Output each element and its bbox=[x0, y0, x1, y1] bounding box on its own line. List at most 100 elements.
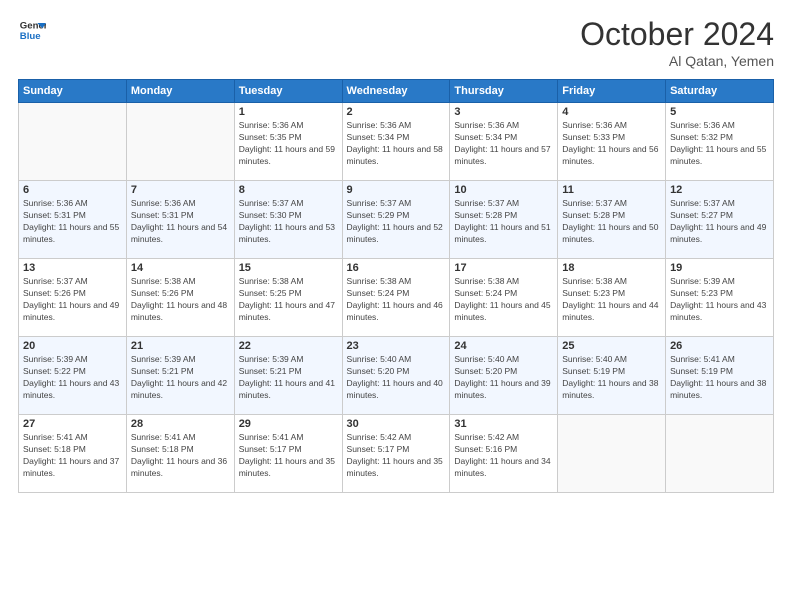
calendar-cell: 9Sunrise: 5:37 AM Sunset: 5:29 PM Daylig… bbox=[342, 181, 450, 259]
calendar-cell bbox=[558, 415, 666, 493]
day-info: Sunrise: 5:40 AM Sunset: 5:20 PM Dayligh… bbox=[454, 354, 553, 402]
day-number: 8 bbox=[239, 184, 338, 196]
day-info: Sunrise: 5:42 AM Sunset: 5:17 PM Dayligh… bbox=[347, 432, 446, 480]
day-number: 10 bbox=[454, 184, 553, 196]
day-number: 2 bbox=[347, 106, 446, 118]
calendar-cell: 2 Sunrise: 5:36 AM Sunset: 5:34 PM Daylig… bbox=[342, 103, 450, 181]
calendar-cell: 17 Sunrise: 5:38 AM Sunset: 5:24 PM Dayli… bbox=[450, 259, 558, 337]
weekday-header-thursday: Thursday bbox=[450, 80, 558, 103]
day-number: 22 bbox=[239, 340, 338, 352]
calendar-cell: 3 Sunrise: 5:36 AM Sunset: 5:34 PM Daylig… bbox=[450, 103, 558, 181]
day-number: 5 bbox=[670, 106, 769, 118]
day-info: Sunrise: 5:41 AM Sunset: 5:17 PM Dayligh… bbox=[239, 432, 338, 480]
svg-text:Blue: Blue bbox=[20, 31, 41, 42]
day-number: 28 bbox=[131, 418, 230, 430]
day-number: 29 bbox=[239, 418, 338, 430]
day-number: 14 bbox=[131, 262, 230, 274]
day-number: 13 bbox=[23, 262, 122, 274]
day-info: Sunrise: 5:36 AM Sunset: 5:35 PM Dayligh… bbox=[239, 120, 338, 168]
day-info: Sunrise: 5:38 AM Sunset: 5:23 PM Dayligh… bbox=[562, 276, 661, 324]
day-number: 20 bbox=[23, 340, 122, 352]
calendar-week-row: 13 Sunrise: 5:37 AM Sunset: 5:26 PM Dayli… bbox=[19, 259, 774, 337]
calendar-cell: 29 Sunrise: 5:41 AM Sunset: 5:17 PM Dayli… bbox=[234, 415, 342, 493]
calendar-cell: 12Sunrise: 5:37 AM Sunset: 5:27 PM Dayli… bbox=[666, 181, 774, 259]
day-info: Sunrise: 5:37 AM Sunset: 5:28 PM Dayligh… bbox=[454, 198, 553, 246]
calendar-cell: 1 Sunrise: 5:36 AM Sunset: 5:35 PM Daylig… bbox=[234, 103, 342, 181]
day-info: Sunrise: 5:39 AM Sunset: 5:23 PM Dayligh… bbox=[670, 276, 769, 324]
day-info: Sunrise: 5:36 AM Sunset: 5:34 PM Dayligh… bbox=[347, 120, 446, 168]
calendar-cell: 31 Sunrise: 5:42 AM Sunset: 5:16 PM Dayli… bbox=[450, 415, 558, 493]
day-number: 3 bbox=[454, 106, 553, 118]
calendar-cell: 6 Sunrise: 5:36 AM Sunset: 5:31 PM Daylig… bbox=[19, 181, 127, 259]
day-info: Sunrise: 5:38 AM Sunset: 5:24 PM Dayligh… bbox=[347, 276, 446, 324]
day-info: Sunrise: 5:37 AM Sunset: 5:27 PM Dayligh… bbox=[670, 198, 769, 246]
day-info: Sunrise: 5:36 AM Sunset: 5:34 PM Dayligh… bbox=[454, 120, 553, 168]
day-number: 16 bbox=[347, 262, 446, 274]
day-info: Sunrise: 5:37 AM Sunset: 5:28 PM Dayligh… bbox=[562, 198, 661, 246]
day-number: 27 bbox=[23, 418, 122, 430]
calendar-cell: 4 Sunrise: 5:36 AM Sunset: 5:33 PM Daylig… bbox=[558, 103, 666, 181]
weekday-header-friday: Friday bbox=[558, 80, 666, 103]
calendar-cell: 5 Sunrise: 5:36 AM Sunset: 5:32 PM Daylig… bbox=[666, 103, 774, 181]
day-info: Sunrise: 5:37 AM Sunset: 5:26 PM Dayligh… bbox=[23, 276, 122, 324]
day-number: 31 bbox=[454, 418, 553, 430]
day-info: Sunrise: 5:38 AM Sunset: 5:26 PM Dayligh… bbox=[131, 276, 230, 324]
day-number: 15 bbox=[239, 262, 338, 274]
day-number: 26 bbox=[670, 340, 769, 352]
day-number: 4 bbox=[562, 106, 661, 118]
calendar-cell: 19Sunrise: 5:39 AM Sunset: 5:23 PM Dayli… bbox=[666, 259, 774, 337]
header: General Blue October 2024 Al Qatan, Yeme… bbox=[18, 16, 774, 69]
calendar-cell bbox=[666, 415, 774, 493]
weekday-header-row: SundayMondayTuesdayWednesdayThursdayFrid… bbox=[19, 80, 774, 103]
day-info: Sunrise: 5:36 AM Sunset: 5:33 PM Dayligh… bbox=[562, 120, 661, 168]
title-area: October 2024 Al Qatan, Yemen bbox=[580, 16, 774, 69]
calendar-cell: 8 Sunrise: 5:37 AM Sunset: 5:30 PM Daylig… bbox=[234, 181, 342, 259]
day-number: 11 bbox=[562, 184, 661, 196]
weekday-header-monday: Monday bbox=[126, 80, 234, 103]
day-number: 17 bbox=[454, 262, 553, 274]
day-number: 21 bbox=[131, 340, 230, 352]
calendar-cell: 14 Sunrise: 5:38 AM Sunset: 5:26 PM Dayli… bbox=[126, 259, 234, 337]
day-info: Sunrise: 5:37 AM Sunset: 5:30 PM Dayligh… bbox=[239, 198, 338, 246]
calendar-page: General Blue October 2024 Al Qatan, Yeme… bbox=[0, 0, 792, 612]
day-number: 24 bbox=[454, 340, 553, 352]
day-number: 1 bbox=[239, 106, 338, 118]
day-info: Sunrise: 5:36 AM Sunset: 5:31 PM Dayligh… bbox=[23, 198, 122, 246]
calendar-cell: 16 Sunrise: 5:38 AM Sunset: 5:24 PM Dayli… bbox=[342, 259, 450, 337]
calendar-cell: 30 Sunrise: 5:42 AM Sunset: 5:17 PM Dayli… bbox=[342, 415, 450, 493]
calendar-cell: 24 Sunrise: 5:40 AM Sunset: 5:20 PM Dayli… bbox=[450, 337, 558, 415]
day-number: 6 bbox=[23, 184, 122, 196]
day-info: Sunrise: 5:39 AM Sunset: 5:21 PM Dayligh… bbox=[239, 354, 338, 402]
weekday-header-sunday: Sunday bbox=[19, 80, 127, 103]
calendar-week-row: 27 Sunrise: 5:41 AM Sunset: 5:18 PM Dayli… bbox=[19, 415, 774, 493]
day-number: 30 bbox=[347, 418, 446, 430]
day-info: Sunrise: 5:41 AM Sunset: 5:19 PM Dayligh… bbox=[670, 354, 769, 402]
day-info: Sunrise: 5:36 AM Sunset: 5:31 PM Dayligh… bbox=[131, 198, 230, 246]
day-info: Sunrise: 5:38 AM Sunset: 5:25 PM Dayligh… bbox=[239, 276, 338, 324]
calendar-week-row: 1 Sunrise: 5:36 AM Sunset: 5:35 PM Daylig… bbox=[19, 103, 774, 181]
calendar-cell bbox=[126, 103, 234, 181]
day-number: 7 bbox=[131, 184, 230, 196]
calendar-cell: 20 Sunrise: 5:39 AM Sunset: 5:22 PM Dayli… bbox=[19, 337, 127, 415]
day-info: Sunrise: 5:39 AM Sunset: 5:22 PM Dayligh… bbox=[23, 354, 122, 402]
day-info: Sunrise: 5:41 AM Sunset: 5:18 PM Dayligh… bbox=[23, 432, 122, 480]
day-number: 18 bbox=[562, 262, 661, 274]
day-info: Sunrise: 5:38 AM Sunset: 5:24 PM Dayligh… bbox=[454, 276, 553, 324]
day-info: Sunrise: 5:40 AM Sunset: 5:20 PM Dayligh… bbox=[347, 354, 446, 402]
calendar-cell: 27 Sunrise: 5:41 AM Sunset: 5:18 PM Dayli… bbox=[19, 415, 127, 493]
calendar-cell: 28 Sunrise: 5:41 AM Sunset: 5:18 PM Dayli… bbox=[126, 415, 234, 493]
calendar-cell bbox=[19, 103, 127, 181]
calendar-cell: 18 Sunrise: 5:38 AM Sunset: 5:23 PM Dayli… bbox=[558, 259, 666, 337]
day-info: Sunrise: 5:42 AM Sunset: 5:16 PM Dayligh… bbox=[454, 432, 553, 480]
logo: General Blue bbox=[18, 16, 46, 44]
day-info: Sunrise: 5:40 AM Sunset: 5:19 PM Dayligh… bbox=[562, 354, 661, 402]
day-number: 25 bbox=[562, 340, 661, 352]
day-info: Sunrise: 5:41 AM Sunset: 5:18 PM Dayligh… bbox=[131, 432, 230, 480]
day-number: 9 bbox=[347, 184, 446, 196]
weekday-header-saturday: Saturday bbox=[666, 80, 774, 103]
day-info: Sunrise: 5:36 AM Sunset: 5:32 PM Dayligh… bbox=[670, 120, 769, 168]
calendar-cell: 21Sunrise: 5:39 AM Sunset: 5:21 PM Dayli… bbox=[126, 337, 234, 415]
weekday-header-wednesday: Wednesday bbox=[342, 80, 450, 103]
calendar-cell: 23Sunrise: 5:40 AM Sunset: 5:20 PM Dayli… bbox=[342, 337, 450, 415]
calendar-cell: 15 Sunrise: 5:38 AM Sunset: 5:25 PM Dayli… bbox=[234, 259, 342, 337]
